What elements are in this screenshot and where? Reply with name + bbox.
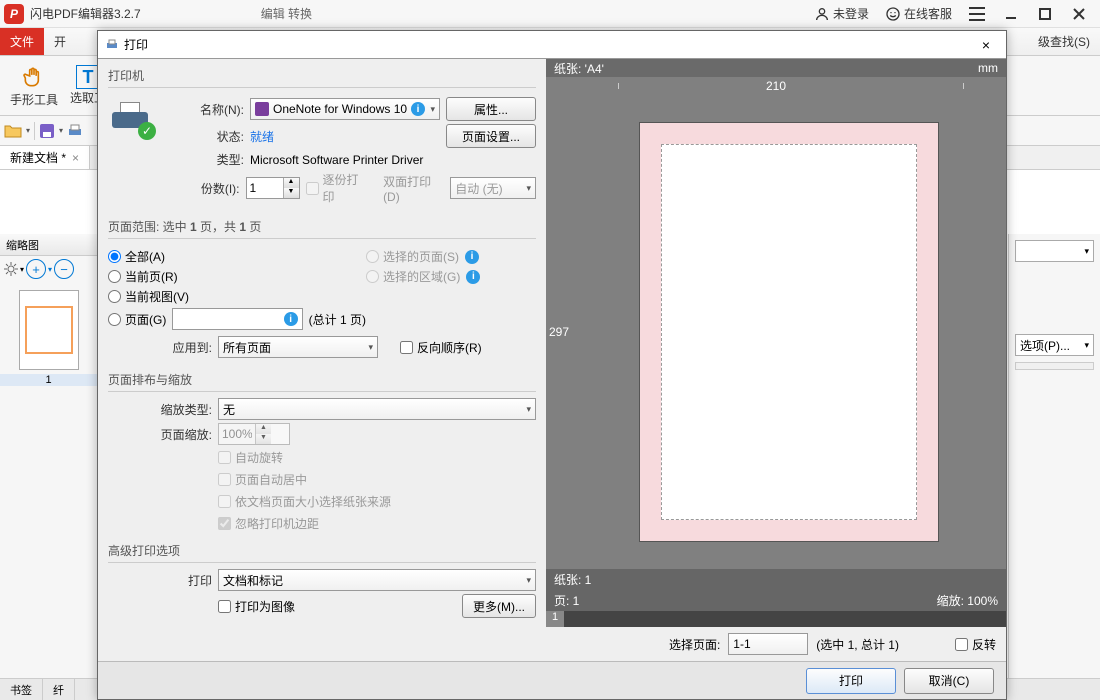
copies-spinner[interactable]: ▲▼ <box>246 177 300 199</box>
save-icon[interactable] <box>39 123 55 139</box>
side-bar-strip <box>1015 362 1094 370</box>
print-button[interactable]: 打印 <box>806 668 896 694</box>
menu-file[interactable]: 文件 <box>0 28 44 55</box>
reverse2-checkbox[interactable]: 反转 <box>955 636 996 653</box>
open-folder-icon[interactable] <box>4 123 22 139</box>
advanced-section: 高级打印选项 打印 文档和标记▾ 打印为图像 更多(M)... <box>108 542 536 621</box>
minimize-button[interactable] <box>994 0 1028 27</box>
doc-tab-new[interactable]: 新建文档 *× <box>0 146 90 169</box>
printer-type: Microsoft Software Printer Driver <box>250 153 423 167</box>
info-icon: i <box>466 270 480 284</box>
ruler-vertical: 297 <box>546 95 572 569</box>
close-button[interactable] <box>1062 0 1096 27</box>
more-button[interactable]: 更多(M)... <box>462 594 536 618</box>
side-options-combo[interactable]: 选项(P)...▾ <box>1015 334 1094 356</box>
cancel-button[interactable]: 取消(C) <box>904 668 994 694</box>
radio-view[interactable]: 当前视图(V) <box>108 288 189 305</box>
radio-sel-pages: 选择的页面(S) <box>366 248 459 265</box>
print-icon[interactable] <box>67 123 83 139</box>
add-page-button[interactable]: + <box>26 259 46 279</box>
menu-start[interactable]: 开 <box>44 28 76 55</box>
user-icon <box>814 6 830 22</box>
info-icon: i <box>411 102 425 116</box>
thumbnails-tools: ▾ + ▾ − <box>0 256 97 282</box>
preview-controls: 选择页面: (选中 1, 总计 1) 反转 <box>546 627 1006 661</box>
app-titlebar: P 闪电PDF编辑器3.2.7 编辑 转换 未登录 在线客服 <box>0 0 1100 28</box>
minimize-icon <box>1004 7 1018 21</box>
gear-icon[interactable] <box>4 262 18 276</box>
page-thumbnail-1[interactable] <box>19 290 79 370</box>
tab-bookmarks[interactable]: 书签 <box>0 679 43 700</box>
layout-section: 页面排布与缩放 缩放类型: 无▾ 页面缩放: ▲▼ 自动旋转 页面自动居中 依文… <box>108 371 536 532</box>
tab-more[interactable]: 纤 <box>43 679 75 700</box>
radio-current[interactable]: 当前页(R) <box>108 268 178 285</box>
hand-icon <box>21 64 47 90</box>
collate-checkbox[interactable]: 逐份打印 <box>306 171 368 205</box>
printer-select[interactable]: OneNote for Windows 10i ▾ <box>250 98 440 120</box>
thumb-page-number: 1 <box>0 374 97 386</box>
printer-small-icon <box>104 37 120 53</box>
online-support[interactable]: 在线客服 <box>877 0 960 27</box>
auto-center-checkbox: 页面自动居中 <box>218 471 536 488</box>
reverse-checkbox[interactable]: 反向顺序(R) <box>400 339 482 356</box>
as-image-checkbox[interactable]: 打印为图像 <box>218 598 295 615</box>
onenote-icon <box>255 102 269 116</box>
ruler-horizontal: 210 <box>546 77 1006 95</box>
page-range-section: 页面范围: 选中 1 页，共 1 页 全部(A) 当前页(R) 当前视图(V) … <box>108 218 536 361</box>
right-side-panel: ▾ 选项(P)...▾ <box>1008 234 1100 678</box>
printer-status-icon: ✓ <box>108 100 152 136</box>
tool-hand[interactable]: 手形工具 <box>6 61 62 110</box>
side-combo-1[interactable]: ▾ <box>1015 240 1094 262</box>
app-logo-icon: P <box>4 4 24 24</box>
select-page-input[interactable] <box>728 633 808 655</box>
close-icon <box>1072 7 1086 21</box>
radio-sel-region: 选择的区域(G) <box>366 268 460 285</box>
info-icon: i <box>465 250 479 264</box>
app-title: 闪电PDF编辑器3.2.7 <box>30 5 141 22</box>
radio-all[interactable]: 全部(A) <box>108 248 165 265</box>
maximize-button[interactable] <box>1028 0 1062 27</box>
ignore-margins-checkbox: 忽略打印机边距 <box>218 515 536 532</box>
hamburger-menu[interactable] <box>960 0 994 27</box>
menubar-fragment: 编辑 转换 <box>261 5 312 22</box>
print-preview-pane: 纸张: 'A4'mm 210 297 纸张: 1 页: 1 缩放: 100% 1… <box>546 59 1006 661</box>
maximize-icon <box>1039 8 1051 20</box>
thumbnails-panel: 缩略图 ▾ + ▾ − 1 <box>0 234 98 678</box>
page-setup-button[interactable]: 页面设置... <box>446 124 536 148</box>
duplex-select: 自动 (无)▾ <box>450 177 536 199</box>
smile-icon <box>885 6 901 22</box>
thumbnails-title: 缩略图 <box>0 234 97 256</box>
print-dialog: 打印 × 打印机 ✓ 名称(N): OneNote for Windows 10… <box>97 30 1007 700</box>
scale-type-select[interactable]: 无▾ <box>218 398 536 420</box>
remove-page-button[interactable]: − <box>54 259 74 279</box>
applyto-select[interactable]: 所有页面▾ <box>218 336 378 358</box>
menu-icon <box>969 7 985 21</box>
preview-pagebar: 1 <box>546 611 1006 627</box>
page-scale-spinner: ▲▼ <box>218 423 290 445</box>
pages-input[interactable]: i <box>172 308 302 330</box>
menu-adv-find[interactable]: 级查找(S) <box>1028 28 1100 55</box>
dialog-titlebar: 打印 × <box>98 31 1006 59</box>
print-settings-pane: 打印机 ✓ 名称(N): OneNote for Windows 10i ▾ 属… <box>98 59 546 661</box>
info-icon: i <box>284 312 298 326</box>
preview-status: 纸张: 1 <box>546 569 1006 590</box>
printer-status: 就绪 <box>250 128 274 145</box>
preview-page <box>572 95 1006 569</box>
print-what-select[interactable]: 文档和标记▾ <box>218 569 536 591</box>
preview-header: 纸张: 'A4'mm <box>546 59 1006 77</box>
range-title: 页面范围: 选中 1 页，共 1 页 <box>108 218 536 239</box>
dialog-title: 打印 <box>124 36 148 53</box>
properties-button[interactable]: 属性... <box>446 97 536 121</box>
login-status[interactable]: 未登录 <box>806 0 877 27</box>
dialog-footer: 打印 取消(C) <box>98 661 1006 699</box>
auto-rotate-checkbox: 自动旋转 <box>218 449 536 466</box>
preview-status-2: 页: 1 缩放: 100% <box>546 590 1006 611</box>
radio-pages[interactable]: 页面(G) <box>108 311 166 328</box>
printer-section: 打印机 ✓ 名称(N): OneNote for Windows 10i ▾ 属… <box>108 67 536 208</box>
dialog-close-button[interactable]: × <box>972 37 1000 53</box>
by-source-checkbox: 依文档页面大小选择纸张来源 <box>218 493 536 510</box>
tab-close-icon[interactable]: × <box>72 151 79 165</box>
